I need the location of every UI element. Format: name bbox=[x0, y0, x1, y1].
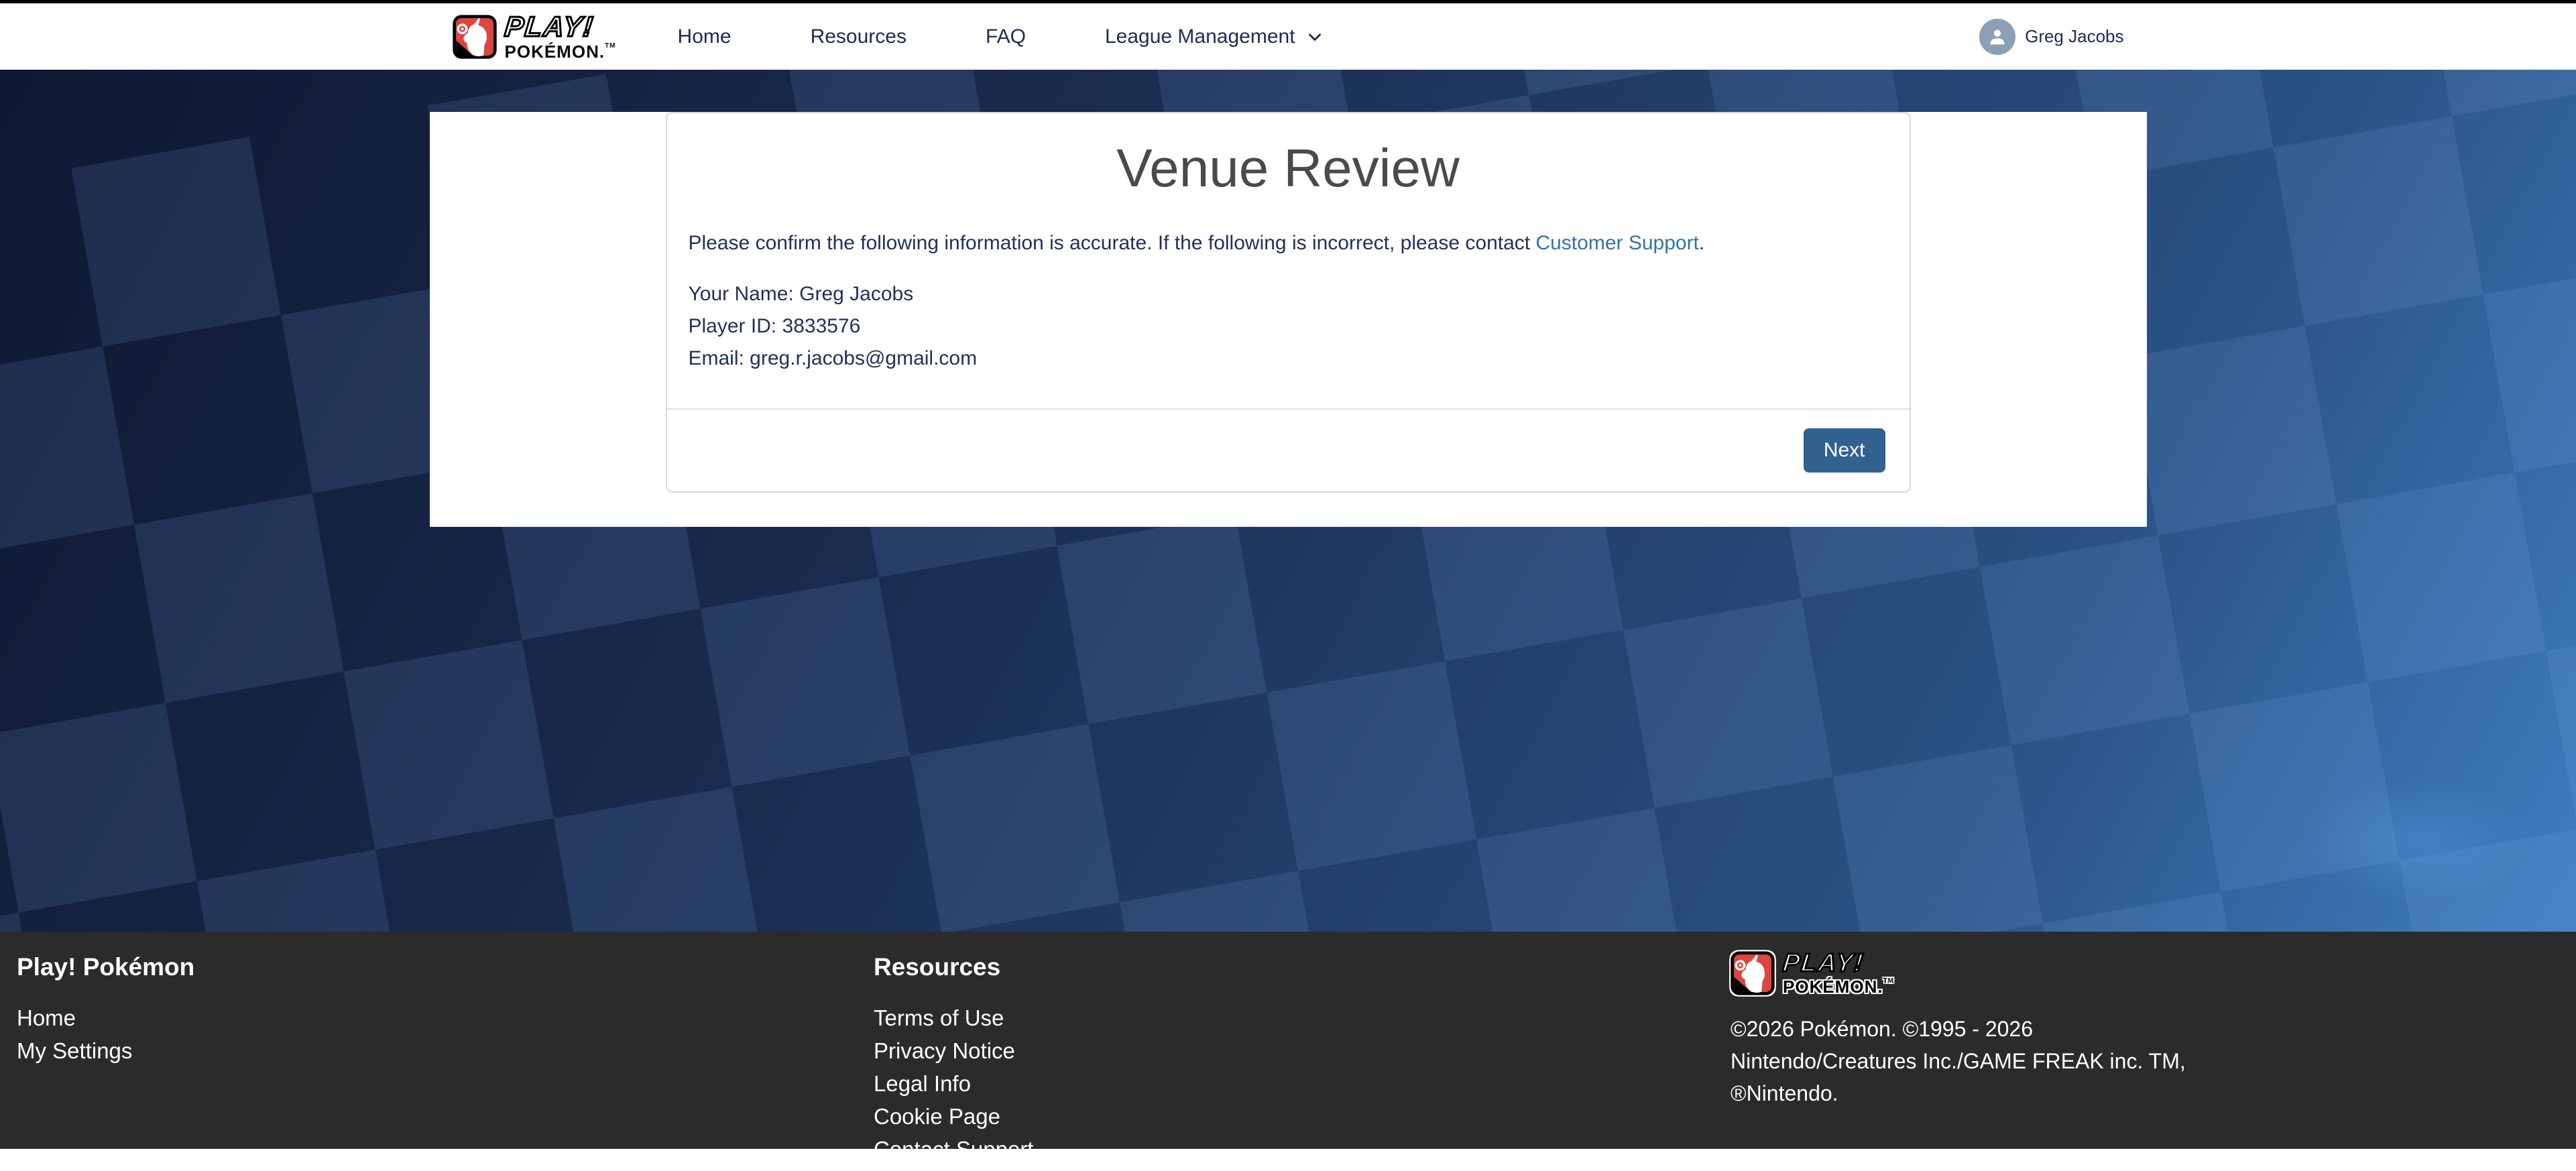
footer-link-cookie-page[interactable]: Cookie Page bbox=[874, 1104, 1000, 1129]
page-background: Venue Review Please confirm the followin… bbox=[0, 70, 2576, 932]
user-menu[interactable]: Greg Jacobs bbox=[1979, 19, 2123, 55]
person-icon bbox=[1986, 25, 2009, 48]
footer-link-privacy-notice[interactable]: Privacy Notice bbox=[874, 1038, 1015, 1063]
play-pokemon-logo[interactable]: PLAY! POKÉMON.TM bbox=[453, 13, 616, 60]
logo-pokemon-text: POKÉMON.TM bbox=[1783, 978, 1894, 995]
logo-pokemon-text: POKÉMON.TM bbox=[505, 43, 616, 60]
user-name: Greg Jacobs bbox=[2025, 26, 2123, 47]
confirmation-instructions: Please confirm the following information… bbox=[689, 227, 1888, 259]
nav-link-resources[interactable]: Resources bbox=[811, 25, 906, 48]
top-navigation: PLAY! POKÉMON.TM Home Resources FAQ Leag… bbox=[0, 3, 2576, 70]
copyright-text: ©2026 Pokémon. ©1995 - 2026 Nintendo/Cre… bbox=[1731, 1013, 2227, 1109]
footer-link-home[interactable]: Home bbox=[17, 1005, 76, 1030]
footer-link-legal-info[interactable]: Legal Info bbox=[874, 1071, 971, 1096]
logo-tm: TM bbox=[605, 42, 616, 50]
page-title: Venue Review bbox=[689, 140, 1888, 196]
next-button[interactable]: Next bbox=[1804, 428, 1885, 473]
footer-link-terms-of-use[interactable]: Terms of Use bbox=[874, 1005, 1004, 1030]
logo-wordmark: PLAY! POKÉMON.TM bbox=[1783, 950, 1894, 995]
pikachu-emblem-icon bbox=[1731, 951, 1775, 995]
card-footer: Next bbox=[667, 408, 1910, 491]
nav-link-faq[interactable]: FAQ bbox=[986, 25, 1026, 48]
your-name-line: Your Name: Greg Jacobs bbox=[689, 278, 1888, 310]
footer-link-contact-support[interactable]: Contact Support bbox=[874, 1137, 1033, 1162]
nav-link-home[interactable]: Home bbox=[678, 25, 731, 48]
card-body: Venue Review Please confirm the followin… bbox=[667, 113, 1910, 408]
pikachu-emblem-icon bbox=[453, 15, 497, 59]
user-avatar-icon bbox=[1979, 19, 2015, 55]
primary-nav-links: Home Resources FAQ League Management bbox=[678, 25, 1324, 48]
footer-column-brand: PLAY! POKÉMON.TM ©2026 Pokémon. ©1995 - … bbox=[1731, 950, 2549, 1171]
logo-wordmark: PLAY! POKÉMON.TM bbox=[505, 13, 616, 60]
page-footer: Play! Pokémon Home My Settings Resources… bbox=[0, 932, 2576, 1149]
footer-link-my-settings[interactable]: My Settings bbox=[17, 1038, 132, 1063]
footer-heading-resources: Resources bbox=[874, 953, 1731, 981]
content-band: Venue Review Please confirm the followin… bbox=[430, 112, 2147, 527]
nav-dropdown-league-management[interactable]: League Management bbox=[1105, 25, 1324, 48]
logo-play-text: PLAY! bbox=[503, 13, 617, 41]
footer-heading-play-pokemon: Play! Pokémon bbox=[17, 953, 874, 981]
footer-play-pokemon-logo[interactable]: PLAY! POKÉMON.TM bbox=[1731, 950, 2549, 995]
email-line: Email: greg.r.jacobs@gmail.com bbox=[689, 343, 1888, 375]
footer-column-play-pokemon: Play! Pokémon Home My Settings bbox=[17, 950, 874, 1171]
logo-tm: TM bbox=[1883, 977, 1894, 985]
venue-review-card: Venue Review Please confirm the followin… bbox=[666, 112, 1911, 493]
logo-play-text: PLAY! bbox=[1781, 950, 1895, 976]
player-id-line: Player ID: 3833576 bbox=[689, 310, 1888, 343]
chevron-down-icon bbox=[1306, 28, 1324, 46]
footer-column-resources: Resources Terms of Use Privacy Notice Le… bbox=[874, 950, 1731, 1171]
customer-support-link[interactable]: Customer Support bbox=[1535, 232, 1698, 254]
